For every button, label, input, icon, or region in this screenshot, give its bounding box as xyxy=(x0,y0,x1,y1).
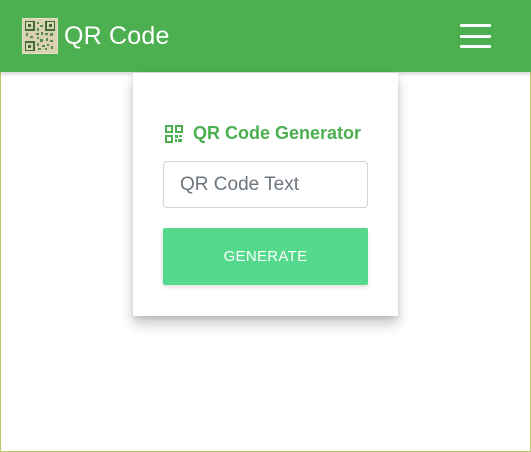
card-title-text: QR Code Generator xyxy=(193,123,362,143)
card-title: QR Code Generator xyxy=(165,123,361,144)
qr-text-input[interactable] xyxy=(163,161,368,208)
brand-link[interactable]: QR Code xyxy=(22,18,170,54)
generate-button[interactable]: GENERATE xyxy=(163,228,368,285)
hamburger-menu-icon[interactable] xyxy=(460,24,491,48)
menu-bar-bottom xyxy=(460,45,491,48)
brand-title: QR Code xyxy=(64,21,170,50)
menu-bar-top xyxy=(460,24,491,27)
top-navbar: QR Code xyxy=(0,0,531,72)
menu-bar-middle xyxy=(460,34,491,38)
qr-logo-icon xyxy=(22,18,58,54)
qr-code-icon xyxy=(165,124,183,143)
qr-generator-card: QR Code Generator GENERATE xyxy=(133,73,398,316)
